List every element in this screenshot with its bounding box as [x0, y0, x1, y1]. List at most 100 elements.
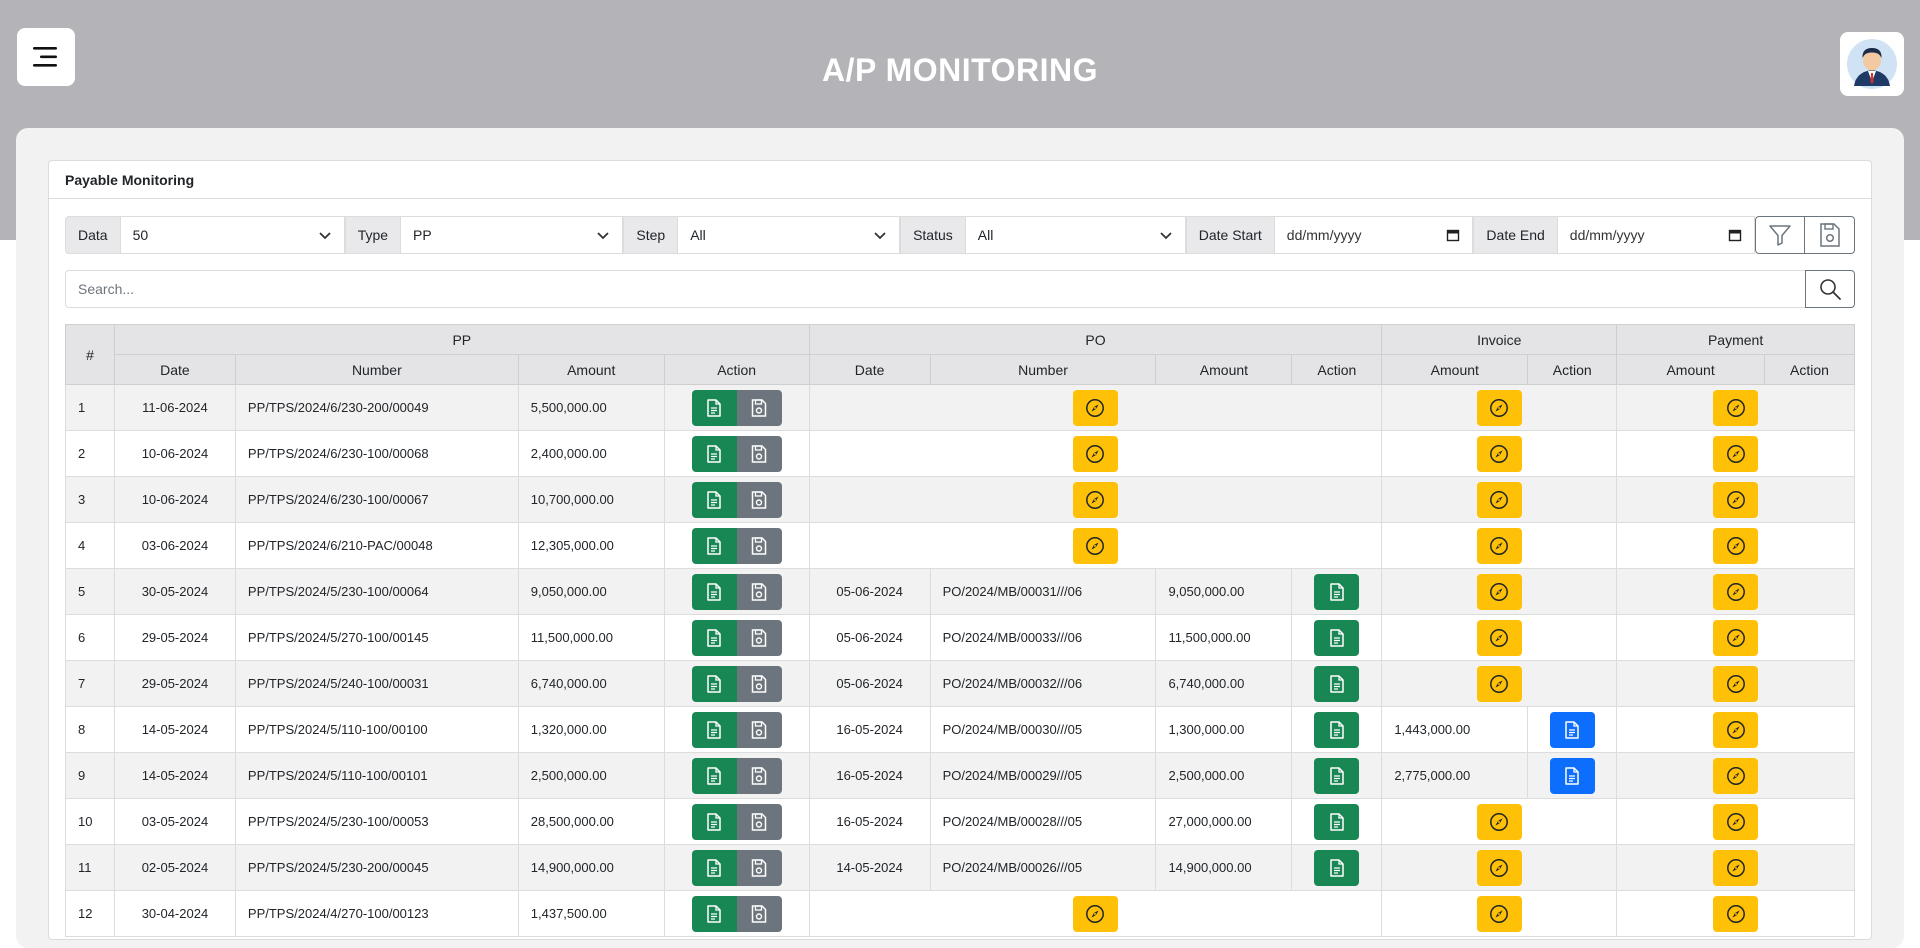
pp-document-button[interactable] — [691, 849, 737, 886]
pp-document-button[interactable] — [691, 573, 737, 610]
invoice-process-button[interactable] — [1476, 619, 1522, 656]
pp-save-button[interactable] — [736, 803, 782, 840]
type-select[interactable]: PP — [401, 216, 624, 254]
avatar-button[interactable] — [1840, 32, 1904, 96]
col-header-payment-amount: Amount — [1616, 354, 1765, 385]
po-process-button[interactable] — [1072, 481, 1118, 518]
document-icon — [1330, 858, 1344, 877]
pp-save-button[interactable] — [736, 481, 782, 518]
pp-number-cell: PP/TPS/2024/5/230-100/00053 — [234, 798, 519, 845]
pp-document-button[interactable] — [691, 757, 737, 794]
invoice-process-button[interactable] — [1476, 895, 1522, 932]
po-date-cell: 05-06-2024 — [808, 614, 931, 661]
status-select[interactable]: All — [965, 216, 1186, 254]
row-number: 12 — [65, 890, 115, 937]
filter-icon — [1769, 225, 1791, 246]
document-icon — [707, 720, 721, 739]
po-document-button[interactable] — [1314, 757, 1360, 794]
col-header-invoice-amount: Amount — [1381, 354, 1529, 385]
date-start-input[interactable]: dd/mm/yyyy — [1274, 216, 1474, 254]
pp-save-button[interactable] — [736, 435, 782, 472]
pp-save-button[interactable] — [736, 895, 782, 932]
pp-document-button[interactable] — [691, 481, 737, 518]
invoice-process-button[interactable] — [1476, 849, 1522, 886]
invoice-document-button[interactable] — [1549, 757, 1595, 794]
invoice-process-button[interactable] — [1476, 527, 1522, 564]
po-document-button[interactable] — [1314, 573, 1360, 610]
po-number-cell: PO/2024/MB/00030///05 — [929, 706, 1157, 753]
invoice-process-button[interactable] — [1476, 389, 1522, 426]
payment-create-cell — [1616, 614, 1855, 661]
po-process-button[interactable] — [1072, 527, 1118, 564]
date-end-input[interactable]: dd/mm/yyyy — [1557, 216, 1756, 254]
po-process-button[interactable] — [1072, 435, 1118, 472]
date-start-label: Date Start — [1185, 216, 1275, 254]
invoice-process-button[interactable] — [1476, 435, 1522, 472]
invoice-create-cell — [1381, 384, 1618, 431]
pp-action-group — [691, 389, 782, 426]
step-select[interactable]: All — [678, 216, 901, 254]
pp-save-button[interactable] — [736, 757, 782, 794]
payment-process-button[interactable] — [1713, 619, 1759, 656]
pp-document-button[interactable] — [691, 527, 737, 564]
row-number: 5 — [65, 568, 115, 615]
payment-process-button[interactable] — [1713, 665, 1759, 702]
pp-document-button[interactable] — [691, 803, 737, 840]
invoice-document-button[interactable] — [1549, 711, 1595, 748]
save-button[interactable] — [1805, 216, 1855, 254]
invoice-process-button[interactable] — [1476, 573, 1522, 610]
data-select[interactable]: 50 — [120, 216, 345, 254]
save-icon — [751, 398, 767, 417]
pp-document-button[interactable] — [691, 435, 737, 472]
search-input[interactable]: Search... — [65, 270, 1805, 308]
payment-process-button[interactable] — [1713, 481, 1759, 518]
invoice-process-button[interactable] — [1476, 481, 1522, 518]
pp-document-button[interactable] — [691, 619, 737, 656]
invoice-process-button[interactable] — [1476, 803, 1522, 840]
pp-document-button[interactable] — [691, 389, 737, 426]
col-header-payment-action: Action — [1764, 354, 1855, 385]
pp-save-button[interactable] — [736, 527, 782, 564]
payment-process-button[interactable] — [1713, 527, 1759, 564]
pp-save-button[interactable] — [736, 389, 782, 426]
pp-number-cell: PP/TPS/2024/6/210-PAC/00048 — [234, 522, 519, 569]
save-icon — [751, 766, 767, 785]
table-row: 11 02-05-2024 PP/TPS/2024/5/230-200/00045 1… — [65, 844, 1855, 891]
payment-process-button[interactable] — [1713, 389, 1759, 426]
pp-document-button[interactable] — [691, 895, 737, 932]
payment-process-button[interactable] — [1713, 849, 1759, 886]
po-process-button[interactable] — [1072, 389, 1118, 426]
payment-process-button[interactable] — [1713, 895, 1759, 932]
compass-icon — [1726, 904, 1745, 923]
date-end-placeholder: dd/mm/yyyy — [1569, 227, 1645, 243]
payment-process-button[interactable] — [1713, 435, 1759, 472]
pp-action-cell — [663, 752, 810, 799]
pp-save-button[interactable] — [736, 849, 782, 886]
filter-button[interactable] — [1755, 216, 1806, 254]
pp-amount-cell: 12,305,000.00 — [517, 522, 665, 569]
invoice-process-button[interactable] — [1476, 665, 1522, 702]
pp-save-button[interactable] — [736, 665, 782, 702]
po-document-button[interactable] — [1314, 665, 1360, 702]
pp-save-button[interactable] — [736, 573, 782, 610]
pp-document-button[interactable] — [691, 711, 737, 748]
po-document-button[interactable] — [1314, 803, 1360, 840]
table-row: 1 11-06-2024 PP/TPS/2024/6/230-200/00049 5,… — [65, 384, 1855, 431]
po-amount-cell: 2,500,000.00 — [1155, 752, 1293, 799]
payment-create-cell — [1616, 568, 1855, 615]
pp-save-button[interactable] — [736, 711, 782, 748]
po-document-button[interactable] — [1314, 619, 1360, 656]
payment-process-button[interactable] — [1713, 711, 1759, 748]
payment-process-button[interactable] — [1713, 757, 1759, 794]
po-process-button[interactable] — [1072, 895, 1118, 932]
compass-icon — [1726, 490, 1745, 509]
search-button[interactable] — [1805, 270, 1855, 308]
card-title: Payable Monitoring — [49, 161, 1871, 199]
payment-process-button[interactable] — [1713, 573, 1759, 610]
payment-process-button[interactable] — [1713, 803, 1759, 840]
pp-document-button[interactable] — [691, 665, 737, 702]
pp-save-button[interactable] — [736, 619, 782, 656]
po-document-button[interactable] — [1314, 849, 1360, 886]
table-row: 5 30-05-2024 PP/TPS/2024/5/230-100/00064 9,… — [65, 568, 1855, 615]
po-document-button[interactable] — [1314, 711, 1360, 748]
